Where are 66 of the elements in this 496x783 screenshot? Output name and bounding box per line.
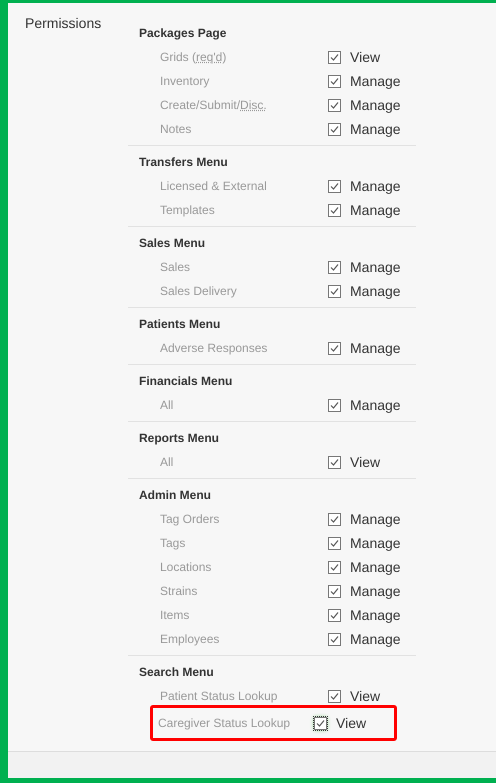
permission-action: Manage [350,607,401,623]
group-title: Search Menu [138,664,215,681]
permission-action: Manage [350,283,401,299]
checkbox[interactable] [314,716,327,730]
field-label: Permissions [25,14,102,33]
permission-action: Manage [350,73,401,89]
permission-action: Manage [350,535,401,551]
checkbox[interactable] [328,536,341,550]
checkbox[interactable] [328,608,341,622]
checkbox[interactable] [328,690,341,702]
checkbox[interactable] [328,50,341,64]
permission-label: Adverse Responses [160,341,268,355]
permission-label: Inventory [160,74,210,88]
permission-label: Create/Submit/Disc. [160,98,268,112]
permission-label: Grids (req'd) [160,50,228,64]
permission-action: View [350,688,380,704]
permission-action: Manage [350,121,401,137]
checkbox[interactable] [328,512,341,526]
checkbox[interactable] [328,260,341,274]
group-title: Packages Page [138,25,228,42]
permission-action: View [350,49,380,65]
permission-action: Manage [350,511,401,527]
permission-action: View [336,715,366,731]
permission-label: Patient Status Lookup [160,689,278,703]
permission-label: Caregiver Status Lookup [158,716,292,730]
checkbox[interactable] [328,560,341,574]
permission-label: Tags [160,536,186,550]
permission-label: Sales Delivery [160,284,238,298]
checkbox[interactable] [328,180,341,192]
permission-action: Manage [350,631,401,647]
checkbox[interactable] [328,122,341,136]
permission-action: Manage [350,259,401,275]
group-title: Admin Menu [138,487,212,504]
permission-action: Manage [350,397,401,413]
checkbox[interactable] [328,74,341,88]
group-title: Patients Menu [138,316,222,333]
permission-label: Notes [160,122,192,136]
permission-action: Manage [350,97,401,113]
group-title: Financials Menu [138,373,234,390]
permission-action: Manage [350,340,401,356]
permission-label: Licensed & External [160,179,268,193]
group-title: Sales Menu [138,235,206,252]
permission-action: View [350,454,380,470]
permission-action: Manage [350,583,401,599]
checkbox[interactable] [328,284,341,298]
group-title: Transfers Menu [138,154,229,171]
checkbox[interactable] [328,204,341,216]
permission-action: Manage [350,559,401,575]
checkbox[interactable] [328,456,341,468]
permission-label: Employees [160,632,220,646]
checkbox[interactable] [328,98,341,112]
permission-label: Templates [160,203,216,217]
permission-label: Locations [160,560,212,574]
checkbox[interactable] [328,342,341,354]
checkbox[interactable] [328,632,341,646]
permission-action: Manage [350,202,401,218]
permission-label: All [160,455,174,469]
permission-action: Manage [350,178,401,194]
checkbox[interactable] [328,584,341,598]
permission-label: Tag Orders [160,512,220,526]
permission-label: Sales [160,260,192,274]
permission-label: Items [160,608,190,622]
checkbox[interactable] [328,398,341,412]
permission-label: All [160,398,174,412]
permission-label: Strains [160,584,198,598]
group-title: Reports Menu [138,430,220,447]
